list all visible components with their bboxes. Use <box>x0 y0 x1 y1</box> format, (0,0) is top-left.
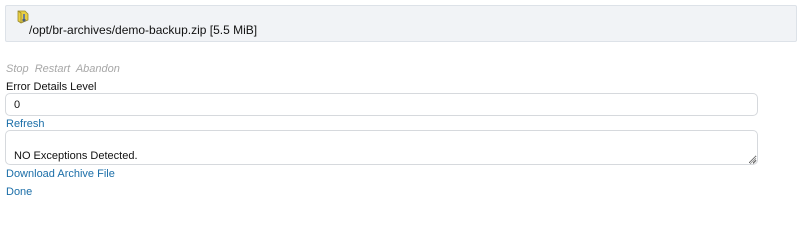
refresh-link[interactable]: Refresh <box>6 118 45 130</box>
zip-archive-icon <box>16 10 30 24</box>
stop-action: Stop <box>6 63 29 75</box>
archive-file-path: /opt/br-archives/demo-backup.zip [5.5 Mi… <box>29 23 258 37</box>
error-details-level-label: Error Details Level <box>6 81 97 93</box>
error-details-level-input[interactable] <box>5 93 758 116</box>
abandon-action: Abandon <box>75 63 120 75</box>
restart-action: Restart <box>34 63 71 75</box>
download-archive-link[interactable]: Download Archive File <box>6 168 115 180</box>
done-link[interactable]: Done <box>6 186 32 198</box>
resize-grip-icon[interactable] <box>749 156 757 165</box>
archive-actions: Stop Restart Abandon <box>6 63 123 75</box>
archive-info-panel: /opt/br-archives/demo-backup.zip [5.5 Mi… <box>5 5 797 42</box>
exceptions-textarea[interactable]: NO Exceptions Detected. <box>5 130 758 165</box>
